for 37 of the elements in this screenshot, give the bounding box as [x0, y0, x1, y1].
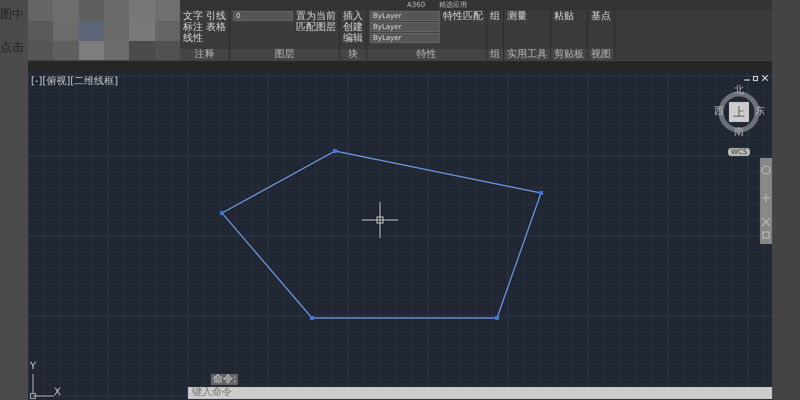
ribbon-tool[interactable]: 置为当前: [296, 11, 336, 22]
axis-label: X: [54, 388, 61, 398]
ribbon-tool[interactable]: 标注: [183, 22, 203, 33]
ribbon-tool[interactable]: 粘贴: [554, 11, 574, 22]
panel-title: 注释: [180, 49, 229, 60]
ribbon-tool[interactable]: 组: [490, 11, 500, 22]
panel-title: 特性: [367, 49, 486, 60]
command-line-field[interactable]: 键入命令: [188, 387, 772, 399]
compass-label: 西: [714, 107, 724, 117]
close-icon[interactable]: [762, 75, 768, 81]
command-tooltip: 命令:: [211, 374, 238, 385]
panel-title: 图层: [230, 49, 339, 60]
ucs-icon: [30, 374, 54, 399]
panel-title: 剪贴板: [551, 49, 587, 60]
compass-label: 东: [755, 107, 765, 117]
axis-label: Y: [30, 362, 36, 372]
panel-title: 块: [340, 49, 366, 60]
ribbon-tool[interactable]: 编辑: [343, 33, 363, 44]
ribbon-tool[interactable]: 匹配图层: [296, 22, 336, 33]
ribbon-tool[interactable]: 引线: [206, 11, 226, 22]
panel-title: 视图: [588, 49, 614, 60]
ribbon-tool[interactable]: 表格: [206, 22, 226, 33]
ribbon-tool[interactable]: 文字: [183, 11, 203, 22]
restore-icon[interactable]: [753, 75, 759, 81]
ribbon-tool[interactable]: 测量: [507, 11, 527, 22]
viewport-label[interactable]: [-][俯视][二维线框]: [31, 74, 118, 89]
ribbon-tool[interactable]: 线性: [183, 33, 203, 44]
ribbon-tool[interactable]: 创建: [343, 22, 363, 33]
compass-label: 南: [734, 128, 744, 138]
panel-title: 实用工具: [504, 49, 550, 60]
ribbon-tool[interactable]: 基点: [591, 11, 611, 22]
panel-title: 组: [487, 49, 503, 60]
viewcube-face[interactable]: 上: [729, 102, 749, 122]
crosshair-cursor: [362, 202, 398, 238]
ribbon-tool[interactable]: 插入: [343, 11, 363, 22]
compass-label: 北: [734, 86, 744, 96]
ribbon-tool[interactable]: 特性匹配: [443, 11, 483, 22]
